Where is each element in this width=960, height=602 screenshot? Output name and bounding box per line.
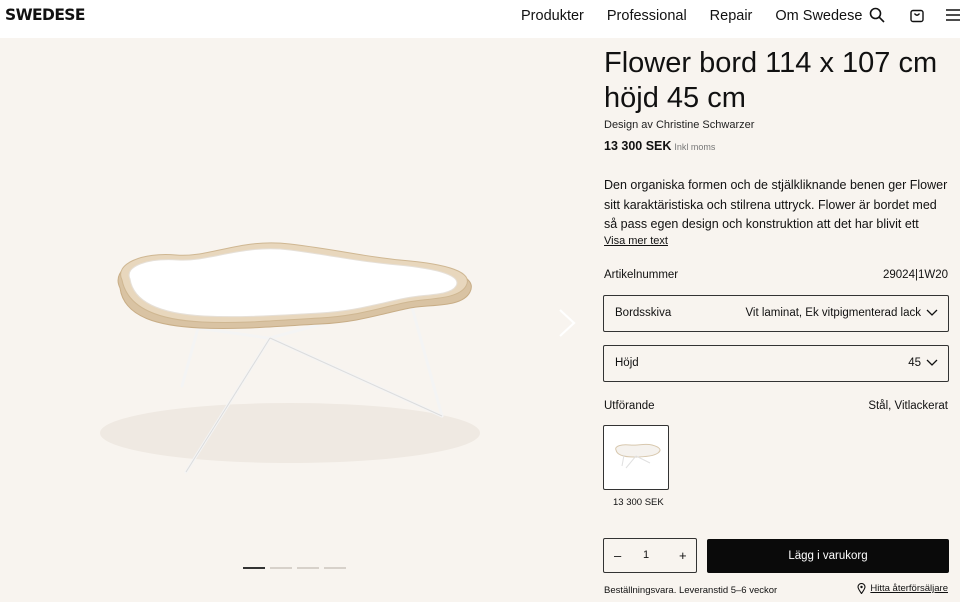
product-description: Den organiska formen och de stjälkliknan… — [604, 178, 948, 231]
swatch-thumbnail — [615, 443, 661, 469]
gallery-dot[interactable] — [297, 567, 319, 569]
gallery-dot[interactable] — [324, 567, 346, 569]
nav-professional[interactable]: Professional — [607, 8, 687, 24]
menu-icon[interactable] — [945, 7, 960, 25]
qty-value[interactable]: 1 — [643, 549, 649, 561]
article-number-label: Artikelnummer — [604, 269, 679, 281]
tabletop-select[interactable]: Bordsskiva Vit laminat, Ek vitpigmentera… — [603, 295, 949, 332]
nav-repair[interactable]: Repair — [710, 8, 753, 24]
finish-swatch[interactable] — [603, 425, 669, 490]
location-pin-icon — [857, 583, 866, 594]
flower-table-image — [100, 242, 480, 474]
search-icon[interactable] — [869, 7, 887, 25]
price-note: Inkl moms — [674, 142, 716, 152]
show-more-link[interactable]: Visa mer text — [604, 235, 668, 247]
product-gallery — [0, 38, 588, 602]
cart-icon[interactable] — [909, 7, 927, 25]
article-number-value: 29024|1W20 — [882, 269, 948, 281]
main-nav: Produkter Professional Repair Om Swedese — [521, 8, 885, 24]
finish-value: Stål, Vitlackerat — [868, 400, 948, 412]
gallery-pagination — [243, 567, 351, 569]
product-designer: Design av Christine Schwarzer — [604, 119, 755, 131]
height-label: Höjd — [615, 357, 639, 369]
find-retailer-label: Hitta återförsäljare — [870, 583, 948, 594]
qty-increase-button[interactable]: + — [679, 548, 687, 563]
height-value: 45 — [908, 357, 921, 369]
tabletop-value: Vit laminat, Ek vitpigmenterad lack — [745, 307, 921, 319]
find-retailer-link[interactable]: Hitta återförsäljare — [857, 583, 948, 594]
nav-produkter[interactable]: Produkter — [521, 8, 584, 24]
delivery-info: Beställningsvara. Leveranstid 5–6 veckor — [604, 585, 778, 596]
gallery-dot[interactable] — [270, 567, 292, 569]
tabletop-label: Bordsskiva — [615, 307, 672, 319]
quantity-stepper: – 1 + — [603, 538, 697, 573]
next-image-arrow-icon[interactable] — [556, 308, 578, 338]
product-title: Flower bord 114 x 107 cm höjd 45 cm — [604, 47, 938, 114]
gallery-dot[interactable] — [243, 567, 265, 569]
finish-label: Utförande — [604, 400, 655, 412]
height-select[interactable]: Höjd 45 — [603, 345, 949, 382]
swatch-price: 13 300 SEK — [613, 497, 664, 508]
price-value: 13 300 SEK — [604, 139, 672, 153]
qty-decrease-button[interactable]: – — [614, 548, 621, 563]
swedese-logo[interactable]: SWEDESE — [5, 6, 85, 25]
site-header: SWEDESE Produkter Professional Repair Om… — [0, 0, 960, 38]
add-to-cart-button[interactable]: Lägg i varukorg — [707, 539, 949, 573]
product-price: 13 300 SEK Inkl moms — [604, 139, 715, 153]
chevron-down-icon — [926, 309, 938, 316]
chevron-down-icon — [926, 359, 938, 366]
nav-om-swedese[interactable]: Om Swedese — [775, 8, 862, 24]
